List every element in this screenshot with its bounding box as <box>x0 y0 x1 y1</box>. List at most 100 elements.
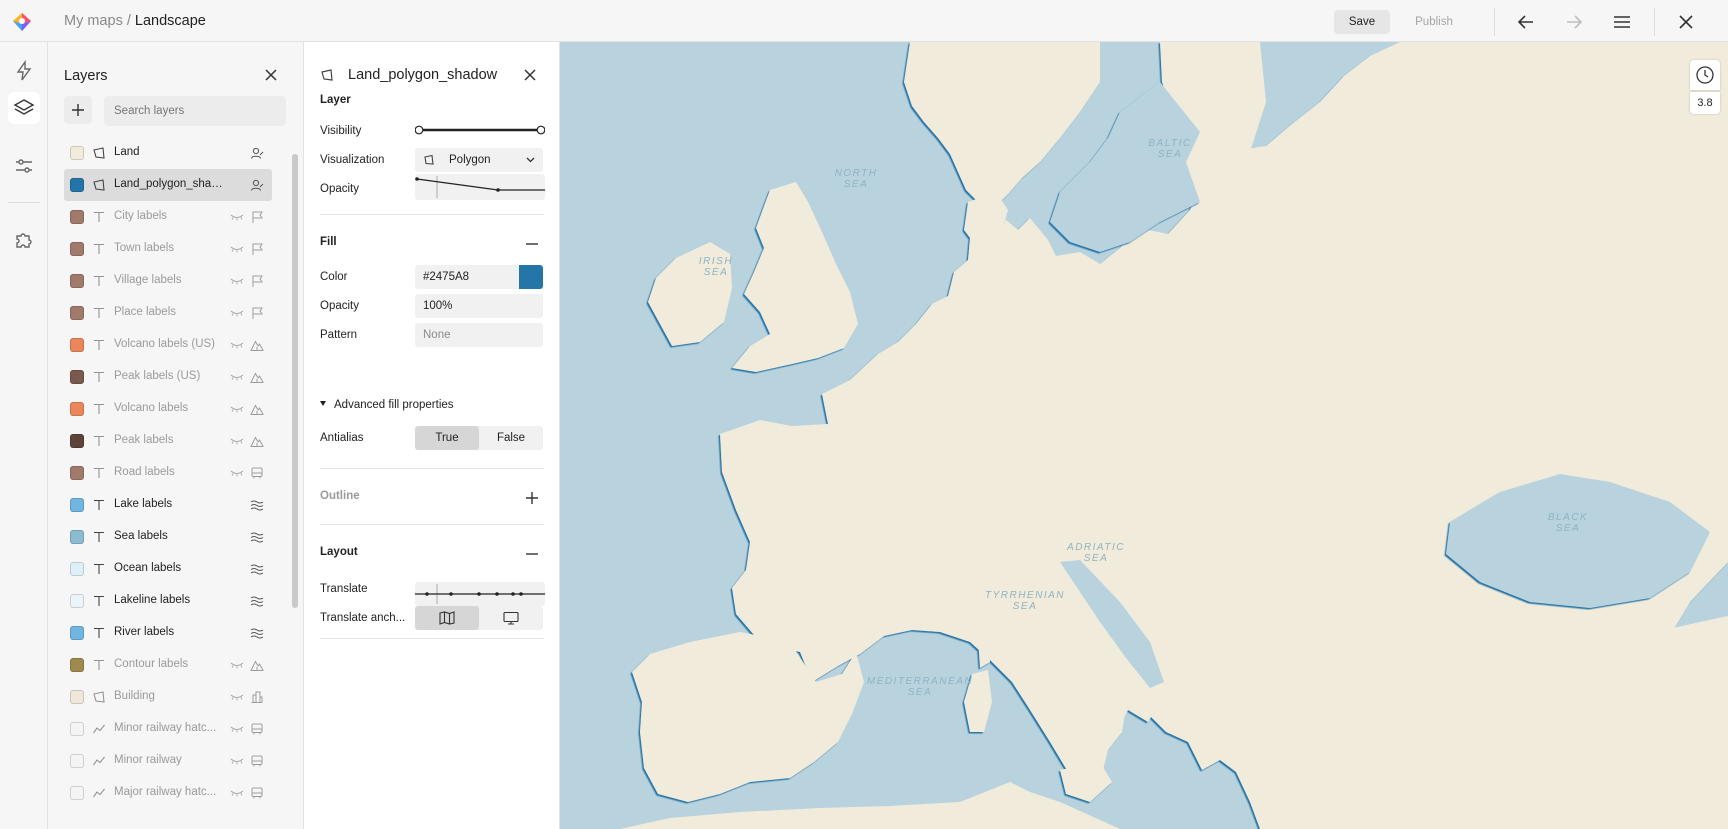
layers-icon[interactable] <box>12 96 36 120</box>
anchor-viewport-option[interactable] <box>479 606 543 630</box>
layer-row[interactable]: Ocean labels <box>64 553 272 585</box>
layer-row[interactable]: Land <box>64 137 272 169</box>
eye-closed-icon[interactable] <box>230 659 244 671</box>
breadcrumb-parent[interactable]: My maps <box>64 13 123 29</box>
close-properties-icon[interactable] <box>521 66 539 84</box>
eye-closed-icon[interactable] <box>230 371 244 383</box>
lightning-icon[interactable] <box>12 59 36 83</box>
layer-row[interactable]: Volcano labels (US) <box>64 329 272 361</box>
search-layers-input[interactable] <box>104 96 286 126</box>
eye-closed-icon[interactable] <box>230 723 244 735</box>
water-icon <box>250 564 264 575</box>
text-type-icon <box>94 499 104 510</box>
sliders-icon[interactable] <box>12 154 36 178</box>
layer-color-swatch[interactable] <box>70 786 84 800</box>
layer-color-swatch[interactable] <box>70 530 84 544</box>
eye-closed-icon[interactable] <box>230 339 244 351</box>
layer-row[interactable]: Minor railway hatc... <box>64 713 272 745</box>
layer-color-swatch[interactable] <box>70 146 84 160</box>
save-button[interactable]: Save <box>1334 10 1390 34</box>
eye-closed-icon[interactable] <box>230 787 244 799</box>
layer-row[interactable]: City labels <box>64 201 272 233</box>
layer-row[interactable]: Sea labels <box>64 521 272 553</box>
antialias-true-option[interactable]: True <box>415 426 479 450</box>
section-divider <box>320 524 544 525</box>
fill-color-value: #2475A8 <box>423 271 470 283</box>
layer-color-swatch[interactable] <box>70 562 84 576</box>
eye-closed-icon[interactable] <box>230 307 244 319</box>
visibility-range-slider[interactable] <box>415 122 545 138</box>
layer-color-swatch[interactable] <box>70 306 84 320</box>
fill-opacity-input[interactable]: 100% <box>415 294 543 318</box>
layer-row[interactable]: Minor railway <box>64 745 272 777</box>
anchor-map-option[interactable] <box>415 606 479 630</box>
layer-row[interactable]: Major railway hatc... <box>64 777 272 809</box>
layer-color-swatch[interactable] <box>70 466 84 480</box>
layer-color-swatch[interactable] <box>70 434 84 448</box>
close-icon[interactable] <box>1674 10 1698 34</box>
layer-row[interactable]: River labels <box>64 617 272 649</box>
layer-row[interactable]: Peak labels <box>64 425 272 457</box>
layer-row[interactable]: Lake labels <box>64 489 272 521</box>
add-layer-button[interactable] <box>64 96 92 124</box>
eye-closed-icon[interactable] <box>230 691 244 703</box>
eye-closed-icon[interactable] <box>230 275 244 287</box>
layer-row[interactable]: Volcano labels <box>64 393 272 425</box>
compass-button[interactable] <box>1690 60 1720 90</box>
layer-name: Volcano labels <box>114 402 189 414</box>
app-logo-icon[interactable] <box>12 12 32 32</box>
fill-pattern-select[interactable]: None <box>415 323 543 347</box>
layer-color-swatch[interactable] <box>70 338 84 352</box>
translate-zoom-curve[interactable] <box>415 582 545 606</box>
eye-closed-icon[interactable] <box>230 403 244 415</box>
layers-scrollbar[interactable] <box>292 154 298 608</box>
layer-color-swatch[interactable] <box>70 210 84 224</box>
eye-closed-icon[interactable] <box>230 435 244 447</box>
layer-row[interactable]: Village labels <box>64 265 272 297</box>
opacity-zoom-curve[interactable] <box>415 174 545 200</box>
eye-closed-icon[interactable] <box>230 467 244 479</box>
layer-row[interactable]: Contour labels <box>64 649 272 681</box>
outline-section-title: Outline <box>320 490 360 502</box>
polygon-type-icon <box>93 147 105 159</box>
layer-color-swatch[interactable] <box>70 274 84 288</box>
layer-color-swatch[interactable] <box>70 594 84 608</box>
layer-row[interactable]: Place labels <box>64 297 272 329</box>
fill-color-input[interactable]: #2475A8 <box>415 265 543 289</box>
eye-closed-icon[interactable] <box>230 755 244 767</box>
collapse-layout-icon[interactable] <box>525 547 539 561</box>
expand-outline-icon[interactable] <box>525 491 539 505</box>
layer-row[interactable]: Town labels <box>64 233 272 265</box>
collapse-fill-icon[interactable] <box>525 237 539 251</box>
puzzle-icon[interactable] <box>12 227 36 251</box>
undo-arrow-icon[interactable] <box>1514 10 1538 34</box>
layer-color-swatch[interactable] <box>70 658 84 672</box>
layer-color-swatch[interactable] <box>70 626 84 640</box>
layer-name: Ocean labels <box>114 562 182 574</box>
antialias-false-option[interactable]: False <box>479 426 543 450</box>
fill-color-swatch[interactable] <box>519 265 543 289</box>
layer-color-swatch[interactable] <box>70 722 84 736</box>
redo-arrow-icon[interactable] <box>1562 10 1586 34</box>
publish-button[interactable]: Publish <box>1400 10 1468 34</box>
layer-color-swatch[interactable] <box>70 242 84 256</box>
layer-row[interactable]: Land_polygon_shadow <box>64 169 272 201</box>
layer-row[interactable]: Lakeline labels <box>64 585 272 617</box>
eye-closed-icon[interactable] <box>230 243 244 255</box>
map-canvas[interactable]: North Sea Irish Sea Baltic Sea Adriatic … <box>560 42 1728 829</box>
layer-color-swatch[interactable] <box>70 498 84 512</box>
layer-color-swatch[interactable] <box>70 402 84 416</box>
visualization-select[interactable]: Polygon <box>415 148 543 172</box>
breadcrumb-separator: / <box>122 13 135 29</box>
layer-row[interactable]: Peak labels (US) <box>64 361 272 393</box>
layer-row[interactable]: Road labels <box>64 457 272 489</box>
layer-color-swatch[interactable] <box>70 178 84 192</box>
close-layers-icon[interactable] <box>262 66 280 84</box>
layer-color-swatch[interactable] <box>70 690 84 704</box>
layer-color-swatch[interactable] <box>70 370 84 384</box>
eye-closed-icon[interactable] <box>230 211 244 223</box>
layer-row[interactable]: Building <box>64 681 272 713</box>
advanced-fill-toggle[interactable]: Advanced fill properties <box>320 399 454 411</box>
layer-color-swatch[interactable] <box>70 754 84 768</box>
menu-icon[interactable] <box>1610 10 1634 34</box>
